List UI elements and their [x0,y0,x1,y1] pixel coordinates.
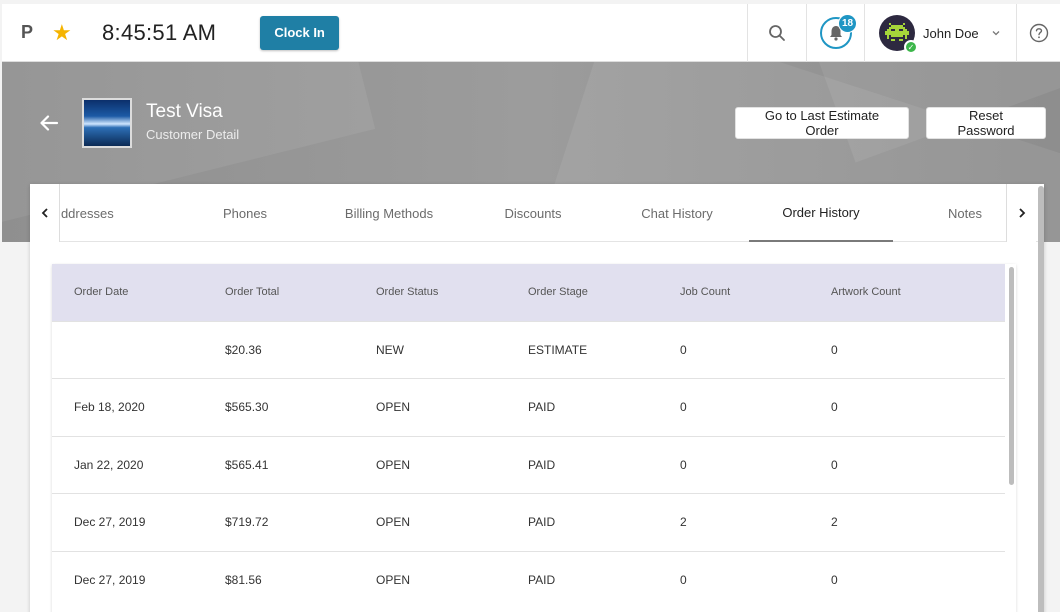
cell-order-stage: PAID [506,550,658,609]
user-menu[interactable]: ✓ John Doe [864,4,1016,62]
avatar-invader-icon [885,23,909,41]
cell-order-stage: PAID [506,378,658,436]
chevron-right-icon [1018,208,1025,218]
search-button[interactable] [747,4,806,62]
user-name: John Doe [923,25,979,41]
tab-strip: Addresses Phones Billing Methods Discoun… [61,184,1005,242]
customer-detail-card: Addresses Phones Billing Methods Discoun… [30,184,1044,612]
column-header-order-total[interactable]: Order Total [203,264,354,321]
chevron-down-icon [991,28,1001,38]
tab-bar: Addresses Phones Billing Methods Discoun… [30,184,1044,242]
cell-job-count: 0 [658,435,809,494]
brand-logo[interactable]: P [2,22,52,43]
help-icon [1029,23,1048,43]
cell-order-total: $20.36 [203,320,354,379]
cell-job-count: 0 [658,550,809,609]
page-scrollbar[interactable] [1038,186,1044,612]
cell-job-count: 0 [658,320,809,379]
customer-image [82,98,132,148]
help-button[interactable] [1016,4,1060,62]
tab-chat-history[interactable]: Chat History [605,184,749,242]
favorite-star-icon[interactable]: ★ [52,21,72,44]
cell-order-status: OPEN [354,435,506,494]
online-check-icon: ✓ [904,40,918,54]
table-row[interactable]: Jan 22, 2020 $565.41 OPEN PAID 0 0 [52,435,1005,494]
avatar: ✓ [879,15,918,54]
cell-order-status: OPEN [354,378,506,436]
order-history-table: Order Date Order Total Order Status Orde… [52,264,1016,612]
tab-discounts[interactable]: Discounts [461,184,605,242]
go-to-last-estimate-order-button[interactable]: Go to Last Estimate Order [735,107,909,139]
table-row[interactable]: Feb 18, 2020 $565.30 OPEN PAID 0 0 [52,378,1005,436]
tab-scroll-right-button[interactable] [1006,184,1036,242]
cell-order-status: OPEN [354,493,506,551]
tab-notes[interactable]: Notes [893,184,1005,242]
top-bar: P ★ 8:45:51 AM Clock In 18 ✓ John Doe [2,4,1060,62]
customer-name: Test Visa [146,101,223,122]
table-row[interactable]: Dec 27, 2019 $719.72 OPEN PAID 2 2 [52,493,1005,551]
clock-in-button[interactable]: Clock In [260,15,339,50]
table-row[interactable]: Dec 27, 2019 $81.56 OPEN PAID 0 0 [52,550,1005,609]
cell-order-total: $81.56 [203,550,354,609]
clock-time: 8:45:51 AM [102,19,217,45]
cell-order-stage: PAID [506,493,658,551]
tab-addresses[interactable]: Addresses [61,184,155,242]
cell-order-total: $719.72 [203,493,354,551]
table-row[interactable]: $20.36 NEW ESTIMATE 0 0 [52,320,1005,379]
cell-order-date: Jan 22, 2020 [52,435,203,494]
column-header-order-stage[interactable]: Order Stage [506,264,658,321]
search-icon [769,25,785,41]
cell-artwork-count: 0 [809,378,1005,436]
cell-order-total: $565.30 [203,378,354,436]
cell-order-date [52,320,203,379]
cell-order-status: NEW [354,320,506,379]
cell-job-count: 2 [658,493,809,551]
table-scrollbar[interactable] [1009,267,1014,485]
tab-phones[interactable]: Phones [173,184,317,242]
cell-order-status: OPEN [354,550,506,609]
cell-order-date: Dec 27, 2019 [52,550,203,609]
cell-order-total: $565.41 [203,435,354,494]
cell-job-count: 0 [658,378,809,436]
notifications-button[interactable]: 18 [806,4,864,62]
column-header-order-status[interactable]: Order Status [354,264,506,321]
cell-order-stage: ESTIMATE [506,320,658,379]
notification-badge: 18 [838,14,857,33]
cell-order-stage: PAID [506,435,658,494]
tab-scroll-left-button[interactable] [30,184,60,242]
chevron-left-icon [41,208,48,218]
tab-billing-methods[interactable]: Billing Methods [317,184,461,242]
cell-artwork-count: 0 [809,320,1005,379]
reset-password-button[interactable]: Reset Password [926,107,1046,139]
cell-artwork-count: 0 [809,550,1005,609]
back-arrow-icon[interactable] [38,112,60,139]
column-header-job-count[interactable]: Job Count [658,264,809,321]
cell-order-date: Feb 18, 2020 [52,378,203,436]
column-header-artwork-count[interactable]: Artwork Count [809,264,1005,321]
cell-order-date: Dec 27, 2019 [52,493,203,551]
column-header-order-date[interactable]: Order Date [52,264,203,321]
top-bar-actions: 18 ✓ John Doe [747,4,1060,62]
table-header-row: Order Date Order Total Order Status Orde… [52,264,1005,321]
tab-order-history[interactable]: Order History [749,184,893,242]
customer-detail-subtitle: Customer Detail [146,127,240,142]
cell-artwork-count: 0 [809,435,1005,494]
cell-artwork-count: 2 [809,493,1005,551]
